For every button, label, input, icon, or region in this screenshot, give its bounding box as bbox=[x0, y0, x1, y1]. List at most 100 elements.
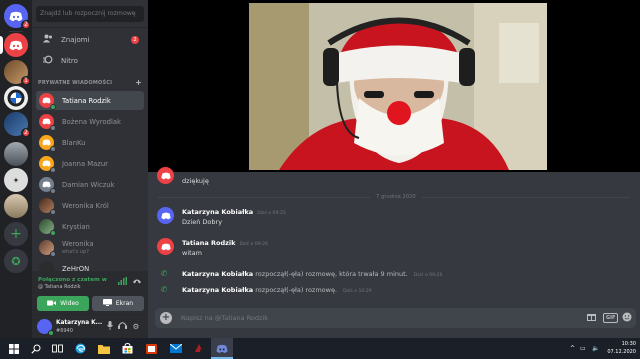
avatar bbox=[39, 198, 56, 215]
nav-nitro[interactable]: Nitro bbox=[36, 52, 144, 70]
avatar bbox=[39, 240, 56, 257]
avatar[interactable] bbox=[157, 167, 174, 184]
avatar[interactable] bbox=[37, 319, 54, 336]
call-system-message: Katarzyna Kobiałka rozpoczął(-ęła) rozmo… bbox=[182, 270, 442, 278]
voice-connection-panel: Połączono z czatem w @ Tatiana Rodzik Wi… bbox=[32, 271, 148, 315]
home-server-button[interactable]: 2 bbox=[4, 4, 31, 30]
friends-icon bbox=[41, 34, 55, 46]
server-button[interactable] bbox=[4, 142, 28, 166]
dm-item[interactable]: BlanKu bbox=[36, 133, 144, 152]
selected-indicator bbox=[0, 36, 3, 54]
headphones-icon[interactable] bbox=[117, 321, 127, 332]
clock-date: 07.12.2020 bbox=[607, 349, 636, 355]
video-button[interactable]: Wideo bbox=[37, 296, 89, 311]
status-indicator bbox=[50, 104, 56, 110]
call-text: rozpoczął(-ęła) rozmowę. bbox=[255, 286, 338, 294]
dm-name: Krystian bbox=[62, 222, 90, 231]
dm-item[interactable]: Joanna Mazur bbox=[36, 154, 144, 173]
server-button[interactable]: 1 bbox=[4, 60, 31, 86]
app-icon[interactable] bbox=[145, 342, 158, 355]
windows-start-icon[interactable] bbox=[7, 342, 20, 355]
status-indicator bbox=[48, 330, 54, 336]
server-avatar bbox=[4, 194, 28, 218]
video-feed[interactable] bbox=[249, 3, 547, 170]
message-timestamp: Dziś o 09:26 bbox=[239, 242, 269, 247]
server-button[interactable]: 2 bbox=[4, 112, 31, 138]
message-timestamp: Dziś o 09:25 bbox=[257, 211, 286, 216]
dm-name: Tatiana Rodzik bbox=[62, 96, 111, 105]
author-name: Tatiana Rodzik bbox=[182, 239, 236, 247]
gif-button[interactable]: GIF bbox=[603, 313, 619, 323]
avatar bbox=[39, 156, 56, 173]
screen-icon bbox=[102, 299, 112, 308]
server-button[interactable]: ✦ bbox=[4, 168, 28, 192]
avatar[interactable] bbox=[157, 238, 174, 255]
explore-servers-button[interactable]: ✪ bbox=[4, 249, 28, 273]
status-indicator bbox=[50, 146, 56, 152]
dm-item[interactable]: Weronika what's up? bbox=[36, 238, 144, 257]
discord-taskbar-icon[interactable] bbox=[215, 342, 228, 355]
notification-badge: 2 bbox=[21, 20, 31, 30]
message-text: witam bbox=[182, 249, 202, 257]
signal-icon[interactable] bbox=[116, 277, 128, 289]
message-author[interactable]: Tatiana Rodzik Dziś o 09:26 bbox=[182, 239, 268, 247]
create-dm-button[interactable]: + bbox=[135, 79, 142, 87]
author-name: Katarzyna Kobiałka bbox=[182, 208, 254, 216]
edge-browser-icon[interactable] bbox=[74, 342, 87, 355]
app-icon[interactable] bbox=[193, 342, 206, 355]
dm-item[interactable]: Weronika Król bbox=[36, 196, 144, 215]
volume-icon[interactable]: 🔈 bbox=[592, 345, 599, 352]
dm-name: Bożena Wyrodlak bbox=[62, 117, 121, 126]
server-button[interactable] bbox=[4, 33, 28, 57]
avatar bbox=[39, 219, 56, 236]
status-indicator bbox=[50, 188, 56, 194]
mail-icon[interactable] bbox=[169, 342, 182, 355]
server-button[interactable] bbox=[4, 86, 28, 110]
avatar bbox=[39, 135, 56, 152]
search-icon[interactable] bbox=[29, 342, 42, 355]
dm-item[interactable]: Krystian bbox=[36, 217, 144, 236]
system-clock[interactable]: 10:30 07.12.2020 bbox=[607, 340, 636, 356]
avatar bbox=[39, 93, 56, 110]
settings-gear-icon[interactable]: ⚙ bbox=[131, 321, 141, 332]
dm-section-title: PRYWATNE WIADOMOŚCI bbox=[38, 80, 113, 86]
dm-item[interactable]: Tatiana Rodzik bbox=[36, 91, 144, 110]
upload-plus-icon[interactable]: + bbox=[160, 312, 172, 324]
date-divider-label: 7 grudnia 2020 bbox=[370, 193, 422, 201]
emoji-icon[interactable] bbox=[621, 312, 633, 324]
server-button[interactable] bbox=[4, 194, 28, 218]
dm-name: Weronika bbox=[62, 240, 94, 248]
disconnect-icon[interactable] bbox=[131, 277, 143, 289]
dm-item[interactable]: Bożena Wyrodlak bbox=[36, 112, 144, 131]
store-icon[interactable] bbox=[121, 342, 134, 355]
bmw-logo-icon bbox=[4, 86, 28, 110]
dm-name: BlanKu bbox=[62, 138, 86, 147]
dm-name: Joanna Mazur bbox=[62, 159, 108, 168]
screen-share-button[interactable]: Ekran bbox=[92, 296, 144, 311]
windows-taskbar: ^ ▭ 🔈 10:30 07.12.2020 bbox=[0, 338, 640, 359]
dm-item[interactable]: Damian Wiczuk bbox=[36, 175, 144, 194]
user-panel: Katarzyna K... #6940 ⚙ bbox=[32, 315, 148, 338]
status-indicator bbox=[50, 125, 56, 131]
username: Katarzyna K... bbox=[56, 320, 103, 326]
task-view-icon[interactable] bbox=[51, 342, 64, 355]
gift-icon[interactable] bbox=[585, 312, 597, 324]
add-server-button[interactable]: + bbox=[4, 222, 28, 246]
dm-name-with-status: Weronika what's up? bbox=[62, 240, 94, 255]
call-author: Katarzyna Kobiałka bbox=[182, 270, 254, 278]
call-text: rozpoczął(-ęła) rozmowę, która trwała 9 … bbox=[255, 270, 408, 278]
call-system-message: Katarzyna Kobiałka rozpoczął(-ęła) rozmo… bbox=[182, 286, 372, 294]
message-author[interactable]: Katarzyna Kobiałka Dziś o 09:25 bbox=[182, 208, 286, 216]
avatar[interactable] bbox=[157, 207, 174, 224]
nav-friends[interactable]: Znajomi 2 bbox=[36, 31, 144, 49]
phone-call-icon: ✆ bbox=[160, 285, 168, 294]
file-explorer-icon[interactable] bbox=[97, 342, 110, 355]
network-icon[interactable]: ▭ bbox=[580, 345, 586, 352]
tray-chevron-icon[interactable]: ^ bbox=[570, 345, 575, 352]
message-input[interactable] bbox=[181, 311, 561, 325]
search-input[interactable]: Znajdź lub rozpocznij rozmowę bbox=[36, 6, 144, 22]
microphone-icon[interactable] bbox=[105, 321, 115, 332]
status-indicator bbox=[50, 251, 56, 257]
plus-icon: + bbox=[4, 222, 28, 246]
camera-icon bbox=[47, 300, 57, 308]
